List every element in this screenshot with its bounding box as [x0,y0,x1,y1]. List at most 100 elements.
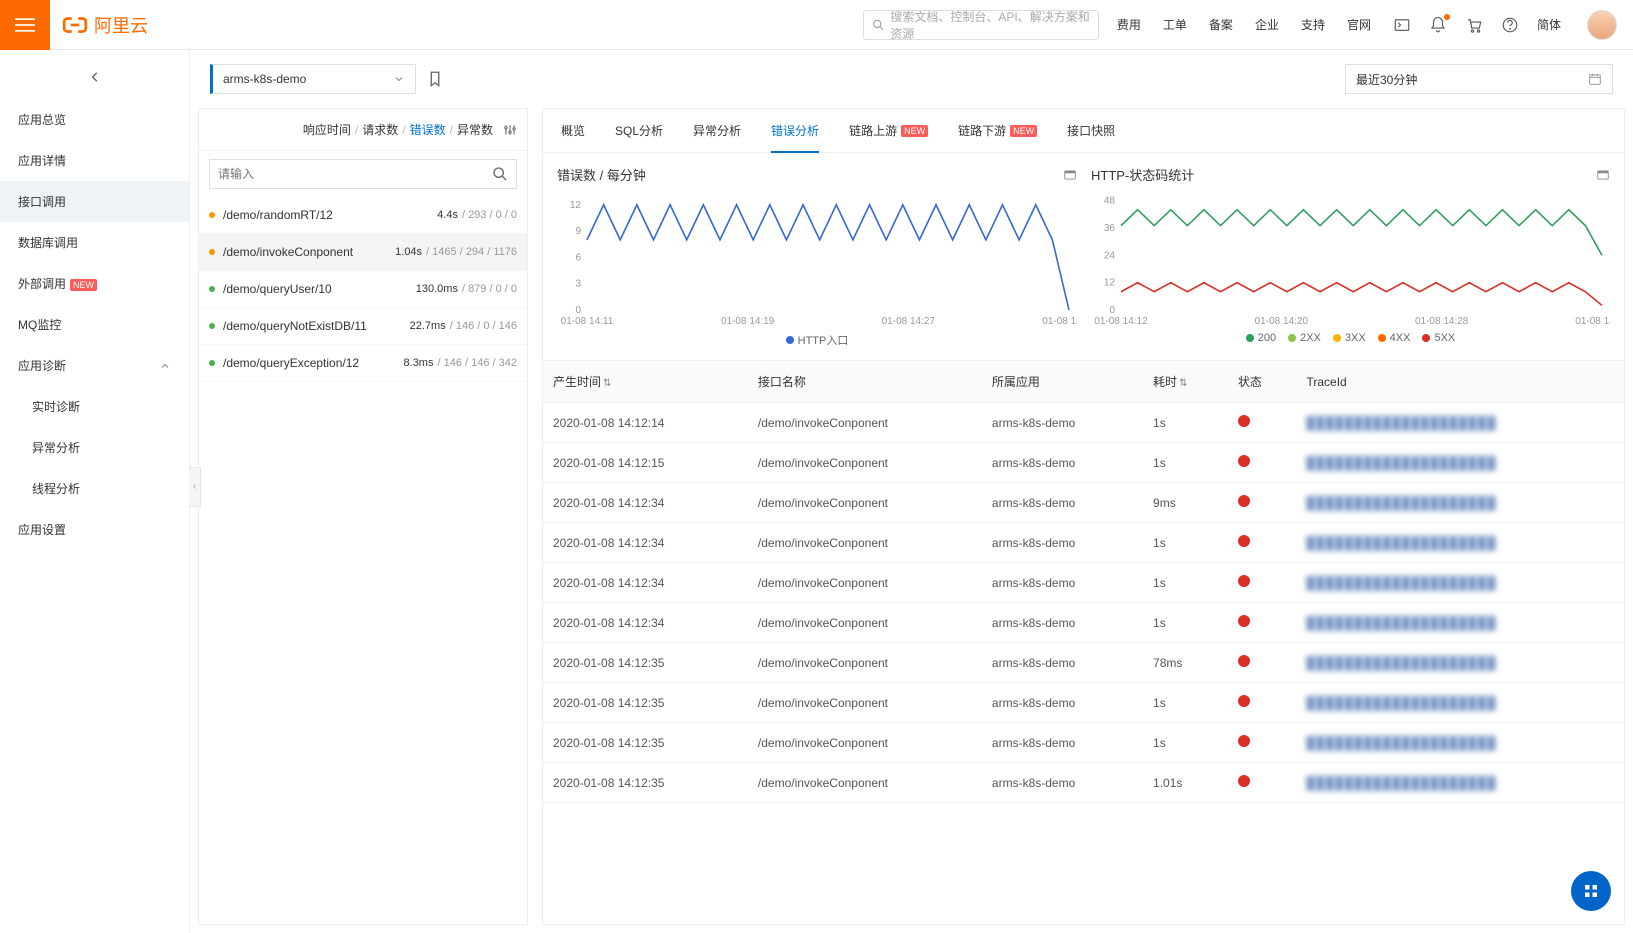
col-header[interactable]: 状态 [1228,361,1297,403]
lang-switch[interactable]: 简体 [1537,16,1561,33]
svg-text:01-08 14:19: 01-08 14:19 [721,316,775,327]
svg-text:01-08 14:35: 01-08 14:35 [1042,316,1077,327]
table-row[interactable]: 2020-01-08 14:12:35/demo/invokeConponent… [543,683,1624,723]
trace-id[interactable]: ████████████████████ [1306,696,1496,710]
grid-icon [1582,882,1600,900]
tab[interactable]: 接口快照 [1067,110,1115,151]
search-icon [872,18,885,32]
svg-text:0: 0 [1109,305,1115,316]
svg-text:12: 12 [570,200,582,211]
hamburger-icon [15,15,35,35]
trace-id[interactable]: ████████████████████ [1306,456,1496,470]
expand-icon[interactable] [1596,168,1610,182]
api-row[interactable]: /demo/invokeConponent1.04s/ 1465 / 294 /… [199,234,527,271]
api-row[interactable]: /demo/queryException/128.3ms/ 146 / 146 … [199,345,527,382]
metric-tab-exc[interactable]: 异常数 [457,121,493,138]
api-row[interactable]: /demo/queryNotExistDB/1122.7ms/ 146 / 0 … [199,308,527,345]
tab[interactable]: 链路上游NEW [849,110,928,151]
trace-id[interactable]: ████████████████████ [1306,736,1496,750]
cart-icon[interactable] [1465,16,1483,34]
search-icon [492,166,508,182]
table-row[interactable]: 2020-01-08 14:12:34/demo/invokeConponent… [543,603,1624,643]
trace-id[interactable]: ████████████████████ [1306,616,1496,630]
sidebar-item[interactable]: 数据库调用 [0,222,189,263]
sidebar-item[interactable]: 应用总览 [0,99,189,140]
table-row[interactable]: 2020-01-08 14:12:35/demo/invokeConponent… [543,763,1624,803]
trace-id[interactable]: ████████████████████ [1306,656,1496,670]
link-icp[interactable]: 备案 [1209,16,1233,33]
col-header[interactable]: 接口名称 [748,361,982,403]
api-search[interactable] [209,159,517,189]
chart-status: HTTP-状态码统计 01224364801-08 14:1201-08 14:… [1091,165,1610,348]
sidebar-item[interactable]: 应用设置 [0,509,189,550]
sidebar-item[interactable]: 异常分析 [0,427,189,468]
tab[interactable]: SQL分析 [615,110,663,151]
col-header[interactable]: 耗时⇅ [1143,361,1228,403]
sidebar-item[interactable]: 外部调用NEW [0,263,189,304]
app-selector[interactable]: arms-k8s-demo [210,64,416,94]
table-row[interactable]: 2020-01-08 14:12:34/demo/invokeConponent… [543,563,1624,603]
tab[interactable]: 链路下游NEW [958,110,1037,151]
sidebar-item[interactable]: 应用详情 [0,140,189,181]
status-dot [1238,455,1250,467]
tab[interactable]: 错误分析 [771,110,819,153]
sidebar-item[interactable]: 实时诊断 [0,386,189,427]
fab-apps[interactable] [1571,871,1611,911]
back-button[interactable] [0,58,189,99]
main: arms-k8s-demo 最近30分钟 响应时间/ 请求数/ 错误数/ 异常数 [190,50,1633,933]
metric-tab-req[interactable]: 请求数 [362,121,398,138]
api-row[interactable]: /demo/queryUser/10130.0ms/ 879 / 0 / 0 [199,271,527,308]
status-dot [1238,735,1250,747]
link-website[interactable]: 官网 [1347,16,1371,33]
toolbar: arms-k8s-demo 最近30分钟 [190,50,1633,108]
sidebar-item[interactable]: 接口调用 [0,181,189,222]
global-search[interactable]: 搜索文档、控制台、API、解决方案和资源 [863,10,1099,40]
svg-text:01-08 14:11: 01-08 14:11 [561,316,614,327]
table-row[interactable]: 2020-01-08 14:12:15/demo/invokeConponent… [543,443,1624,483]
terminal-icon[interactable] [1393,16,1411,34]
table-row[interactable]: 2020-01-08 14:12:34/demo/invokeConponent… [543,483,1624,523]
link-fee[interactable]: 费用 [1117,16,1141,33]
status-dot [1238,495,1250,507]
menu-toggle[interactable] [0,0,50,50]
table-row[interactable]: 2020-01-08 14:12:35/demo/invokeConponent… [543,643,1624,683]
metric-tab-rt[interactable]: 响应时间 [303,121,351,138]
col-header[interactable]: 产生时间⇅ [543,361,748,403]
api-row[interactable]: /demo/randomRT/124.4s/ 293 / 0 / 0 [199,197,527,234]
bell-icon[interactable] [1429,16,1447,34]
top-links: 费用 工单 备案 企业 支持 官网 [1117,16,1371,33]
table-row[interactable]: 2020-01-08 14:12:35/demo/invokeConponent… [543,723,1624,763]
metric-tab-err[interactable]: 错误数 [410,121,446,138]
api-panel: 响应时间/ 请求数/ 错误数/ 异常数 /demo/randomRT/124.4… [198,108,528,925]
sidebar-item[interactable]: MQ监控 [0,304,189,345]
col-header[interactable]: 所属应用 [982,361,1143,403]
trace-id[interactable]: ████████████████████ [1306,416,1496,430]
settings-icon[interactable] [503,123,517,137]
tab[interactable]: 异常分析 [693,110,741,151]
sidebar-collapse[interactable]: ‹ [189,467,201,507]
tab[interactable]: 概览 [561,110,585,151]
time-selector[interactable]: 最近30分钟 [1345,64,1613,94]
trace-id[interactable]: ████████████████████ [1306,776,1496,790]
table-row[interactable]: 2020-01-08 14:12:34/demo/invokeConponent… [543,523,1624,563]
help-icon[interactable] [1501,16,1519,34]
sidebar-item[interactable]: 应用诊断 [0,345,189,386]
avatar[interactable] [1587,10,1617,40]
logo[interactable]: 阿里云 [62,12,148,38]
link-ticket[interactable]: 工单 [1163,16,1187,33]
link-enterprise[interactable]: 企业 [1255,16,1279,33]
col-header[interactable]: TraceId [1296,361,1624,403]
svg-text:24: 24 [1104,250,1116,261]
trace-id[interactable]: ████████████████████ [1306,496,1496,510]
table-row[interactable]: 2020-01-08 14:12:14/demo/invokeConponent… [543,403,1624,443]
sidebar-item[interactable]: 线程分析 [0,468,189,509]
expand-icon[interactable] [1063,168,1077,182]
error-table: 产生时间⇅接口名称所属应用耗时⇅状态TraceId 2020-01-08 14:… [543,360,1624,924]
bookmark-icon[interactable] [426,70,444,88]
link-support[interactable]: 支持 [1301,16,1325,33]
api-search-input[interactable] [218,167,492,181]
status-dot [1238,615,1250,627]
trace-id[interactable]: ████████████████████ [1306,576,1496,590]
trace-id[interactable]: ████████████████████ [1306,536,1496,550]
chevron-left-icon [88,70,102,84]
